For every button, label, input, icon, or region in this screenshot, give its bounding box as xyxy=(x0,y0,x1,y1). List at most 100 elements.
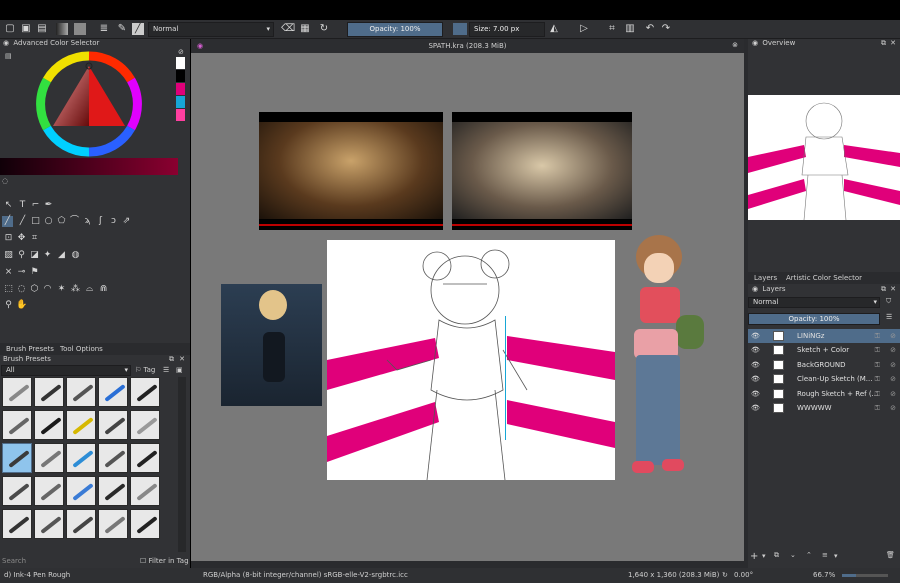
canvas[interactable] xyxy=(191,53,744,561)
move-layer-up-icon[interactable]: ⌃ xyxy=(806,551,812,559)
duplicate-layer-icon[interactable]: ⧉ xyxy=(774,551,779,560)
close-icon[interactable]: ⊘ xyxy=(178,48,184,56)
eye-icon[interactable]: 👁 xyxy=(751,387,760,401)
settings-icon[interactable]: ▤ xyxy=(5,52,12,60)
tag-button[interactable]: ⚐ Tag xyxy=(135,366,155,374)
brush-preset-item[interactable] xyxy=(2,377,32,407)
brush-preset-item[interactable] xyxy=(2,509,32,539)
gradient-tool-icon[interactable]: ▨ xyxy=(3,250,14,261)
brush-preset-icon[interactable]: ✎ xyxy=(116,23,128,35)
ellipse-select-icon[interactable]: ◌ xyxy=(16,284,27,295)
refresh-icon[interactable]: ◌ xyxy=(2,177,8,185)
canvas-hscrollbar[interactable] xyxy=(191,561,744,568)
alpha-lock-icon[interactable]: ▦ xyxy=(299,23,311,35)
dynamic-brush-icon[interactable]: ɔ xyxy=(108,216,119,227)
brush-preset-item[interactable] xyxy=(130,410,160,440)
status-zoom[interactable]: 66.7% xyxy=(813,568,835,583)
alpha-icon[interactable]: ⊘ xyxy=(890,372,896,386)
similar-select-icon[interactable]: ⁂ xyxy=(70,284,81,295)
list-view-icon[interactable]: ☰ xyxy=(163,366,169,374)
lock-icon[interactable]: ⚿ xyxy=(875,329,880,343)
tab-brush-presets[interactable]: Brush Presets xyxy=(6,345,54,353)
chevron-down-icon[interactable]: ▾ xyxy=(834,552,838,560)
lock-icon[interactable]: ⚿ xyxy=(875,401,880,415)
freehand-select-icon[interactable]: ◠ xyxy=(42,284,53,295)
layer-row[interactable]: 👁 LINiNGz ⚿ ⊘ xyxy=(748,329,900,343)
tab-artistic-color-selector[interactable]: Artistic Color Selector xyxy=(786,274,862,282)
size-slider[interactable]: Size: 7.00 px xyxy=(469,22,545,37)
main-artboard[interactable] xyxy=(327,240,615,480)
gradient-swatch-icon[interactable] xyxy=(56,23,68,35)
color-history-bar[interactable]: ◌ xyxy=(2,177,186,186)
character-illustration[interactable] xyxy=(616,235,716,493)
color-picker-icon[interactable]: ⚲ xyxy=(16,250,27,261)
edit-shapes-icon[interactable]: ⌐ xyxy=(30,200,41,211)
pattern-swatch-icon[interactable] xyxy=(74,23,86,35)
reference-image-video-1[interactable] xyxy=(259,112,443,230)
open-document-icon[interactable]: ▣ xyxy=(20,23,32,35)
select-icon[interactable]: ↖ xyxy=(3,200,14,211)
polyline-tool-icon[interactable]: ⌒ xyxy=(69,216,80,227)
color-swatch[interactable] xyxy=(176,109,185,121)
move-icon[interactable]: ✥ xyxy=(16,233,27,244)
brush-preset-item[interactable] xyxy=(130,509,160,539)
brush-preset-item[interactable] xyxy=(130,476,160,506)
save-icon[interactable]: ▤ xyxy=(36,23,48,35)
pan-tool-icon[interactable]: ✋ xyxy=(16,300,27,311)
color-swatch[interactable] xyxy=(176,96,185,108)
contiguous-select-icon[interactable]: ✶ xyxy=(56,284,67,295)
magnetic-select-icon[interactable]: ⋒ xyxy=(98,284,109,295)
calligraphy-icon[interactable]: ✒ xyxy=(43,200,54,211)
brush-preset-item[interactable] xyxy=(34,410,64,440)
chevron-down-icon[interactable]: ▾ xyxy=(762,552,766,560)
layer-row[interactable]: 👁 Rough Sketch + Ref (... ⚿ ⊘ xyxy=(748,387,900,401)
options-icon[interactable]: ▣ xyxy=(176,366,183,374)
float-icon[interactable]: ⧉ xyxy=(881,285,886,294)
zoom-tool-icon[interactable]: ⚲ xyxy=(3,300,14,311)
polygon-tool-icon[interactable]: ⬠ xyxy=(56,216,67,227)
blend-mode-select[interactable]: Normal ▾ xyxy=(148,22,274,37)
reference-photo[interactable] xyxy=(221,284,322,406)
layer-opacity-slider[interactable]: Opacity: 100% xyxy=(748,313,880,325)
freehand-path-icon[interactable]: ʃ xyxy=(95,216,106,227)
brush-preset-item[interactable] xyxy=(2,410,32,440)
brush-preset-item[interactable] xyxy=(130,443,160,473)
brush-preset-item[interactable] xyxy=(130,377,160,407)
rectangle-tool-icon[interactable]: □ xyxy=(30,216,41,227)
assistant-tool-icon[interactable]: ⨯ xyxy=(3,267,14,278)
alpha-icon[interactable]: ⊘ xyxy=(890,358,896,372)
mirror-horizontal-icon[interactable]: ◭ xyxy=(548,23,560,35)
brush-scrollbar[interactable] xyxy=(178,377,186,552)
zoom-slider[interactable] xyxy=(842,574,888,577)
current-brush-icon[interactable]: ╱ xyxy=(132,23,144,35)
lock-icon[interactable]: ⚿ xyxy=(875,358,880,372)
float-icon[interactable]: ⧉ xyxy=(881,39,886,48)
brush-preset-item[interactable] xyxy=(98,410,128,440)
close-icon[interactable]: ✕ xyxy=(890,39,896,47)
text-tool-icon[interactable]: T xyxy=(17,200,28,211)
shade-selector[interactable] xyxy=(0,158,178,175)
redo-icon[interactable]: ↷ xyxy=(660,23,672,35)
lock-icon[interactable]: ⚿ xyxy=(875,343,880,357)
brush-filter-select[interactable]: All ▾ xyxy=(1,365,131,376)
lock-icon[interactable]: ⚿ xyxy=(875,372,880,386)
tab-layers[interactable]: Layers xyxy=(754,274,777,282)
menu-icon[interactable]: ☰ xyxy=(886,313,892,321)
smart-patch-icon[interactable]: ✦ xyxy=(42,250,53,261)
tab-tool-options[interactable]: Tool Options xyxy=(60,345,103,353)
brush-preset-item[interactable] xyxy=(66,509,96,539)
brush-preset-item[interactable] xyxy=(98,377,128,407)
brush-preset-item[interactable] xyxy=(98,509,128,539)
layer-properties-icon[interactable]: ≡ xyxy=(822,551,828,559)
close-icon[interactable]: ✕ xyxy=(179,355,185,363)
brush-preset-item[interactable] xyxy=(66,443,96,473)
color-wheel[interactable] xyxy=(33,48,145,160)
eye-icon[interactable]: 👁 xyxy=(751,329,760,343)
close-document-icon[interactable]: ⊗ xyxy=(732,41,738,49)
rotate-icon[interactable]: ↻ xyxy=(722,568,728,583)
float-icon[interactable]: ◉ xyxy=(3,39,9,47)
document-title[interactable]: SPATH.kra (208.3 MiB) xyxy=(191,42,744,50)
layer-row[interactable]: 👁 BackGROUND ⚿ ⊘ xyxy=(748,358,900,372)
brush-preset-item[interactable] xyxy=(2,476,32,506)
reference-tool-icon[interactable]: ⚑ xyxy=(29,267,40,278)
